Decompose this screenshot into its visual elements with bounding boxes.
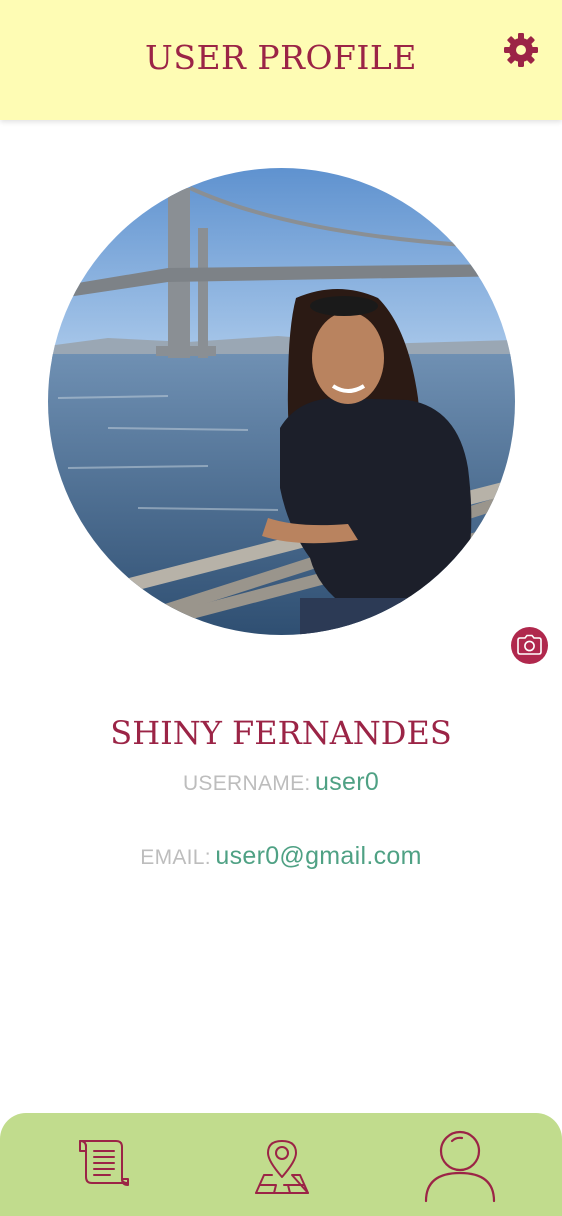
profile-photo <box>48 168 515 635</box>
profile-full-name: SHINY FERNANDES <box>110 714 452 752</box>
email-value: user0@gmail.com <box>215 842 422 870</box>
email-label: EMAIL: <box>140 846 211 869</box>
user-icon <box>424 1130 496 1203</box>
username-value: user0 <box>314 768 380 796</box>
bottom-navigation <box>0 1113 562 1216</box>
camera-icon <box>517 634 542 655</box>
nav-item-scroll[interactable] <box>76 1137 132 1187</box>
page-title: USER PROFILE <box>145 38 417 77</box>
map-pin-icon <box>255 1140 309 1194</box>
app-header: USER PROFILE <box>0 0 562 120</box>
username-label: USERNAME: <box>182 772 311 795</box>
settings-button[interactable] <box>501 30 541 70</box>
change-photo-button[interactable] <box>511 627 548 664</box>
nav-item-profile[interactable] <box>424 1129 496 1203</box>
gear-icon <box>504 33 538 67</box>
nav-item-map[interactable] <box>254 1139 310 1195</box>
username-row: USERNAME: user0 <box>0 768 562 797</box>
email-row: EMAIL: user0@gmail.com <box>0 842 562 871</box>
scroll-icon <box>79 1140 129 1186</box>
